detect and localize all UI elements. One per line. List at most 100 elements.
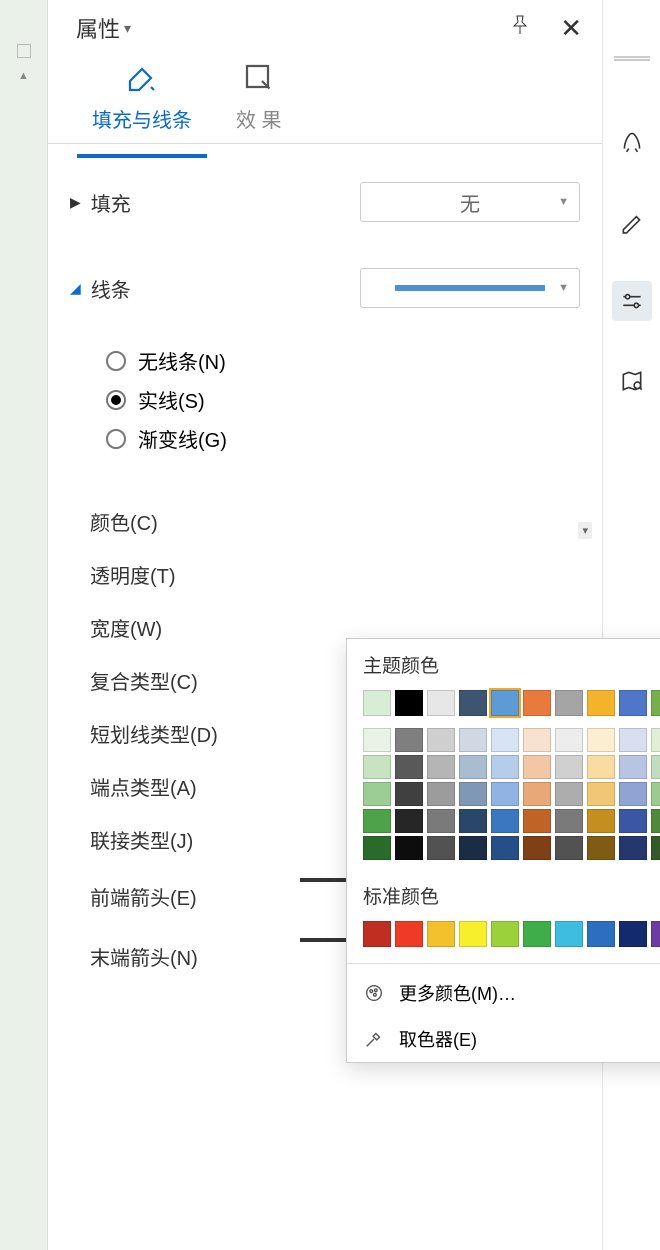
fill-select[interactable]: 无 ▼ (360, 182, 580, 222)
map-search-button[interactable] (612, 361, 652, 401)
color-swatch[interactable] (587, 921, 615, 947)
color-swatch[interactable] (427, 782, 455, 806)
color-swatch[interactable] (459, 809, 487, 833)
color-swatch[interactable] (395, 690, 423, 716)
color-swatch[interactable] (427, 836, 455, 860)
color-swatch[interactable] (491, 755, 519, 779)
color-swatch[interactable] (395, 809, 423, 833)
color-swatch[interactable] (651, 836, 660, 860)
color-swatch[interactable] (491, 728, 519, 752)
color-swatch[interactable] (395, 921, 423, 947)
color-swatch[interactable] (395, 782, 423, 806)
color-swatch[interactable] (459, 755, 487, 779)
color-swatch[interactable] (555, 755, 583, 779)
color-swatch[interactable] (619, 690, 647, 716)
color-swatch[interactable] (587, 690, 615, 716)
color-swatch[interactable] (523, 782, 551, 806)
color-swatch[interactable] (427, 921, 455, 947)
color-swatch[interactable] (395, 755, 423, 779)
color-swatch[interactable] (459, 921, 487, 947)
pen-button[interactable] (612, 201, 652, 241)
color-swatch[interactable] (363, 728, 391, 752)
color-swatch[interactable] (363, 755, 391, 779)
color-swatch[interactable] (587, 809, 615, 833)
standard-colors-grid (347, 915, 660, 957)
color-picker-popup: 主题颜色 标准颜色 更多颜色(M)… 取色器(E) (346, 638, 660, 1063)
color-swatch[interactable] (491, 690, 519, 716)
color-swatch[interactable] (427, 809, 455, 833)
color-swatch[interactable] (587, 728, 615, 752)
color-swatch[interactable] (523, 690, 551, 716)
tab-fill-line[interactable]: 填充与线条 (92, 60, 192, 143)
color-swatch[interactable] (651, 782, 660, 806)
theme-shades-grid (347, 726, 660, 870)
color-swatch[interactable] (395, 728, 423, 752)
color-swatch[interactable] (427, 728, 455, 752)
label-transparency: 透明度(T) (90, 560, 270, 589)
radio-no-line[interactable]: 无线条(N) (106, 346, 580, 375)
color-swatch[interactable] (619, 728, 647, 752)
color-swatch[interactable] (587, 782, 615, 806)
color-swatch[interactable] (459, 782, 487, 806)
color-swatch[interactable] (555, 809, 583, 833)
color-swatch[interactable] (619, 755, 647, 779)
eyedropper-button[interactable]: 取色器(E) (347, 1016, 660, 1062)
color-swatch[interactable] (491, 782, 519, 806)
color-swatch[interactable] (619, 836, 647, 860)
color-swatch[interactable] (363, 690, 391, 716)
color-swatch[interactable] (523, 921, 551, 947)
color-swatch[interactable] (651, 921, 660, 947)
color-swatch[interactable] (523, 755, 551, 779)
color-swatch[interactable] (555, 690, 583, 716)
section-line[interactable]: ◢ 线条 (70, 274, 131, 303)
panel-title[interactable]: 属性 ▾ (76, 12, 131, 44)
color-swatch[interactable] (555, 782, 583, 806)
fill-value: 无 (460, 188, 480, 217)
color-swatch[interactable] (555, 921, 583, 947)
color-swatch[interactable] (427, 690, 455, 716)
color-swatch[interactable] (427, 755, 455, 779)
pin-icon[interactable] (508, 13, 532, 44)
label-cap: 端点类型(A) (90, 772, 270, 801)
color-swatch[interactable] (619, 809, 647, 833)
color-swatch[interactable] (363, 921, 391, 947)
label-compound: 复合类型(C) (90, 666, 270, 695)
color-swatch[interactable] (363, 782, 391, 806)
color-swatch[interactable] (651, 809, 660, 833)
drag-handle-icon[interactable] (614, 56, 650, 61)
color-swatch[interactable] (459, 690, 487, 716)
color-swatch[interactable] (523, 809, 551, 833)
color-swatch[interactable] (587, 836, 615, 860)
color-swatch[interactable] (587, 755, 615, 779)
color-swatch[interactable] (651, 728, 660, 752)
rocket-button[interactable] (612, 121, 652, 161)
settings-sliders-button[interactable] (612, 281, 652, 321)
more-colors-button[interactable]: 更多颜色(M)… (347, 970, 660, 1016)
section-fill[interactable]: ▶ 填充 (70, 188, 131, 217)
color-swatch[interactable] (555, 728, 583, 752)
color-swatch[interactable] (491, 836, 519, 860)
radio-icon (106, 390, 126, 410)
color-swatch[interactable] (619, 782, 647, 806)
radio-solid-line[interactable]: 实线(S) (106, 385, 580, 414)
close-icon[interactable]: ✕ (560, 13, 582, 44)
color-swatch[interactable] (363, 809, 391, 833)
color-swatch[interactable] (491, 921, 519, 947)
color-swatch[interactable] (651, 755, 660, 779)
ruler-strip: ▲ (0, 0, 48, 1250)
color-swatch[interactable] (363, 836, 391, 860)
color-swatch[interactable] (459, 728, 487, 752)
color-swatch[interactable] (491, 809, 519, 833)
color-swatch[interactable] (523, 728, 551, 752)
tab-effects[interactable]: 效 果 (236, 60, 282, 143)
radio-gradient-line[interactable]: 渐变线(G) (106, 424, 580, 453)
color-swatch[interactable] (651, 690, 660, 716)
color-swatch[interactable] (459, 836, 487, 860)
line-style-select[interactable]: ▼ (360, 268, 580, 308)
scroll-up-icon[interactable]: ▲ (18, 70, 29, 82)
color-swatch[interactable] (555, 836, 583, 860)
color-swatch[interactable] (395, 836, 423, 860)
color-swatch[interactable] (619, 921, 647, 947)
more-colors-label: 更多颜色(M)… (399, 980, 516, 1006)
color-swatch[interactable] (523, 836, 551, 860)
